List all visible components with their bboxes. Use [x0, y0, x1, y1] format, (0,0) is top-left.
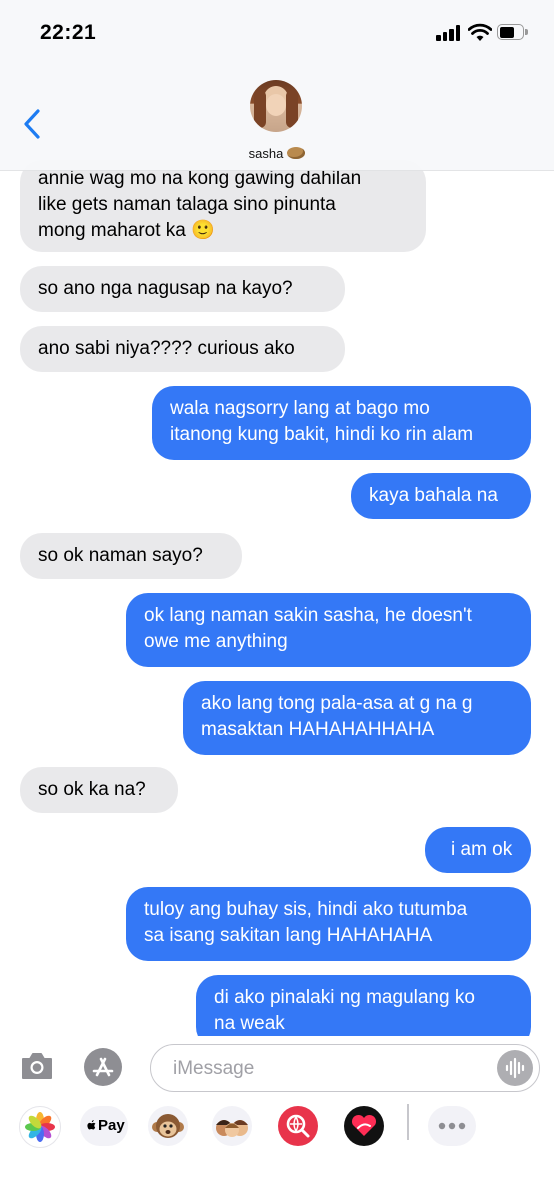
apple-pay-icon[interactable]: Pay: [80, 1106, 128, 1146]
memoji-icon[interactable]: [212, 1106, 252, 1146]
message-bubble[interactable]: ok lang naman sakin sasha, he doesn't ow…: [126, 593, 531, 667]
app-store-icon[interactable]: [84, 1048, 122, 1086]
message-bubble[interactable]: wala nagsorry lang at bago mo itanong ku…: [152, 386, 531, 460]
potato-icon: [287, 147, 306, 159]
message-bubble[interactable]: so ano nga nagusap na kayo?: [20, 266, 345, 312]
status-bar: 22:21: [0, 0, 554, 64]
battery-icon: [497, 24, 528, 40]
more-icon[interactable]: [428, 1106, 476, 1146]
message-bubble[interactable]: so ok ka na?: [20, 767, 178, 813]
status-time: 22:21: [40, 21, 97, 44]
message-bubble[interactable]: kaya bahala na: [351, 473, 531, 519]
message-placeholder: iMessage: [173, 1058, 255, 1079]
photos-icon[interactable]: [19, 1106, 61, 1148]
camera-icon[interactable]: [20, 1049, 54, 1083]
message-bubble[interactable]: i am ok: [425, 827, 531, 873]
cellular-signal-icon: [436, 25, 462, 41]
animoji-icon[interactable]: [148, 1106, 188, 1146]
drawer-divider: [407, 1104, 409, 1140]
message-bubble[interactable]: annie wag mo na kong gawing dahilan like…: [20, 160, 426, 252]
wifi-icon: [468, 23, 492, 41]
input-bar: iMessage: [0, 1036, 554, 1098]
voice-message-icon[interactable]: [497, 1050, 533, 1086]
message-bubble[interactable]: ano sabi niya???? curious ako: [20, 326, 345, 372]
message-input[interactable]: iMessage: [150, 1044, 540, 1092]
app-drawer: Pay: [0, 1098, 554, 1200]
back-chevron-icon[interactable]: [22, 108, 44, 140]
contact-name[interactable]: sasha: [0, 146, 554, 161]
message-bubble[interactable]: tuloy ang buhay sis, hindi ako tutumba s…: [126, 887, 531, 961]
message-bubble[interactable]: so ok naman sayo?: [20, 533, 242, 579]
message-bubble[interactable]: ako lang tong pala-asa at g na g masakta…: [183, 681, 531, 755]
contact-avatar[interactable]: [250, 80, 302, 132]
web-search-icon[interactable]: [278, 1106, 318, 1146]
message-bubble[interactable]: di ako pinalaki ng magulang ko na weak: [196, 975, 531, 1040]
digital-touch-icon[interactable]: [344, 1106, 384, 1146]
apple-pay-label: Pay: [98, 1117, 125, 1134]
